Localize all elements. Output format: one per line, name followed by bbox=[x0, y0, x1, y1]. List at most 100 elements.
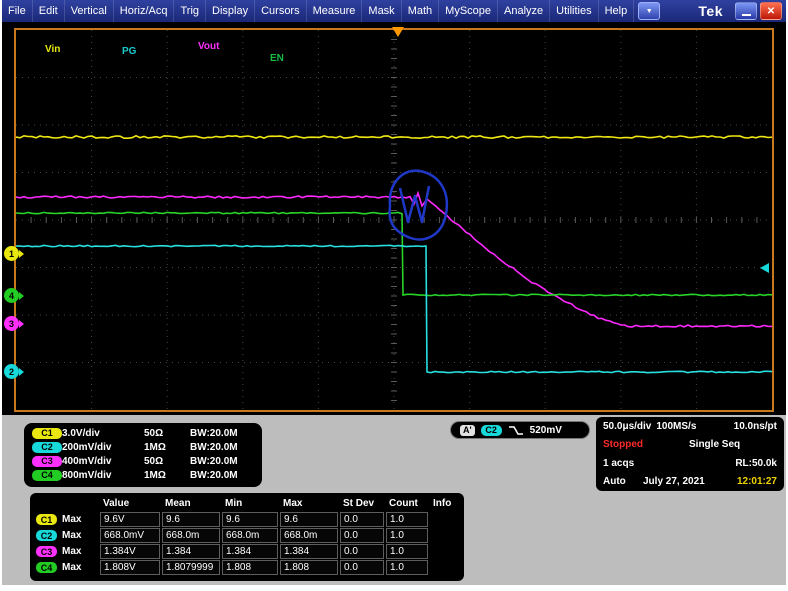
menu-item-math[interactable]: Math bbox=[402, 0, 439, 22]
measurement-cell: 668.0m bbox=[280, 528, 338, 543]
falling-edge-icon bbox=[508, 425, 524, 436]
trigger-position-marker[interactable] bbox=[392, 27, 404, 37]
measurement-row-c4: C4Max1.808V1.80799991.8081.8080.01.0 bbox=[34, 560, 460, 575]
measurement-cell: 0.0 bbox=[340, 512, 384, 527]
waveform-canvas: Vin PG Vout EN bbox=[16, 30, 772, 410]
measurement-cell: 1.384V bbox=[100, 544, 160, 559]
measurement-header-row: ValueMeanMinMaxSt DevCountInfo bbox=[34, 496, 460, 511]
acquisition-status: Stopped bbox=[603, 439, 689, 450]
measurement-cell: 668.0m bbox=[222, 528, 278, 543]
resolution: 10.0ns/pt bbox=[734, 421, 777, 432]
measurement-cell: 1.0 bbox=[386, 512, 428, 527]
label-pg: PG bbox=[122, 46, 137, 57]
oscilloscope-app: FileEditVerticalHoriz/AcqTrigDisplayCurs… bbox=[0, 0, 788, 591]
trigger-readout[interactable]: A' C2 520mV bbox=[450, 421, 590, 439]
measurement-cell: 0.0 bbox=[340, 560, 384, 575]
channel-3-marker-arrow bbox=[19, 320, 24, 328]
measurement-cell: 1.384 bbox=[222, 544, 278, 559]
channel-1-marker[interactable]: 1 bbox=[4, 246, 19, 261]
label-vin: Vin bbox=[45, 44, 60, 55]
menu-item-edit[interactable]: Edit bbox=[33, 0, 65, 22]
channel-badge-c2: C2 bbox=[32, 442, 62, 453]
measurement-cell: 668.0mV bbox=[100, 528, 160, 543]
measurement-cell: 9.6V bbox=[100, 512, 160, 527]
measurement-cell: 1.0 bbox=[386, 544, 428, 559]
channel-impedance: 1MΩ bbox=[144, 442, 190, 453]
channel-readout-c1[interactable]: C13.0V/div50ΩBW:20.0M bbox=[24, 426, 262, 440]
column-header-min: Min bbox=[222, 498, 280, 509]
column-header-info: Info bbox=[430, 498, 460, 509]
channel-readout-c4[interactable]: C4800mV/div1MΩBW:20.0M bbox=[24, 468, 262, 482]
measurement-cell: 1.808 bbox=[222, 560, 278, 575]
clock: 12:01:27 bbox=[737, 476, 777, 487]
minimize-icon bbox=[742, 14, 751, 16]
channel-marker-column: 1 4 3 2 bbox=[2, 30, 26, 410]
measurement-type: Max bbox=[62, 514, 81, 525]
menu-item-help[interactable]: Help bbox=[599, 0, 635, 22]
menu-item-utilities[interactable]: Utilities bbox=[550, 0, 598, 22]
measurement-cell: 0.0 bbox=[340, 544, 384, 559]
measurement-cell: 1.384 bbox=[162, 544, 220, 559]
sample-rate: 100MS/s bbox=[656, 421, 696, 432]
tek-logo: Tek bbox=[698, 3, 723, 19]
channel-2-marker[interactable]: 2 bbox=[4, 364, 19, 379]
channel-2-marker-arrow bbox=[19, 368, 24, 376]
channel-bandwidth: BW:20.0M bbox=[190, 470, 254, 481]
measurement-cell: 1.384 bbox=[280, 544, 338, 559]
measurement-row-c2: C2Max668.0mV668.0m668.0m668.0m0.01.0 bbox=[34, 528, 460, 543]
channel-4-marker[interactable]: 4 bbox=[4, 288, 19, 303]
channel-readout-c3[interactable]: C3400mV/div50ΩBW:20.0M bbox=[24, 454, 262, 468]
menu-item-myscope[interactable]: MyScope bbox=[439, 0, 498, 22]
channel-1-marker-arrow bbox=[19, 250, 24, 258]
channel-bandwidth: BW:20.0M bbox=[190, 456, 254, 467]
menu-item-file[interactable]: File bbox=[2, 0, 33, 22]
trigger-mode: Auto bbox=[603, 476, 643, 487]
trigger-level-arrow[interactable] bbox=[760, 263, 769, 273]
measurement-cell: 1.8079999 bbox=[162, 560, 220, 575]
trace-vin bbox=[16, 136, 772, 138]
measurement-cell: 0.0 bbox=[340, 528, 384, 543]
chevron-down-icon: ▼ bbox=[646, 8, 653, 15]
channel-scale: 200mV/div bbox=[62, 442, 144, 453]
acquisition-readout[interactable]: 50.0μs/div 100MS/s 10.0ns/pt Stopped Sin… bbox=[596, 417, 784, 491]
menu-item-mask[interactable]: Mask bbox=[362, 0, 401, 22]
column-header-max: Max bbox=[280, 498, 340, 509]
channel-badge-c4: C4 bbox=[36, 562, 57, 573]
channel-impedance: 1MΩ bbox=[144, 470, 190, 481]
measurement-cell: 1.808 bbox=[280, 560, 338, 575]
menu-item-vertical[interactable]: Vertical bbox=[65, 0, 114, 22]
menu-item-measure[interactable]: Measure bbox=[307, 0, 363, 22]
menu-items: FileEditVerticalHoriz/AcqTrigDisplayCurs… bbox=[2, 0, 634, 22]
menu-item-analyze[interactable]: Analyze bbox=[498, 0, 550, 22]
channel-impedance: 50Ω bbox=[144, 456, 190, 467]
channel-scale: 400mV/div bbox=[62, 456, 144, 467]
menu-item-trig[interactable]: Trig bbox=[174, 0, 206, 22]
trigger-source-badge: C2 bbox=[481, 425, 502, 436]
menu-item-display[interactable]: Display bbox=[206, 0, 255, 22]
date-display: July 27, 2021 bbox=[643, 476, 705, 487]
measurement-cell: 668.0m bbox=[162, 528, 220, 543]
minimize-button[interactable] bbox=[735, 2, 757, 20]
record-length: RL:50.0k bbox=[735, 458, 777, 469]
label-vout: Vout bbox=[198, 41, 220, 52]
label-en: EN bbox=[270, 53, 284, 64]
close-icon: ✕ bbox=[767, 6, 775, 17]
trigger-a-badge: A' bbox=[460, 425, 475, 436]
sequence-mode: Single Seq bbox=[689, 439, 740, 450]
menu-item-cursors[interactable]: Cursors bbox=[255, 0, 307, 22]
scope-display: Vin PG Vout EN 1 4 3 2 bbox=[2, 22, 786, 415]
timebase: 50.0μs/div bbox=[603, 421, 651, 432]
channel-readout-c2[interactable]: C2200mV/div1MΩBW:20.0M bbox=[24, 440, 262, 454]
column-header-value: Value bbox=[100, 498, 162, 509]
channel-scale: 800mV/div bbox=[62, 470, 144, 481]
menu-dropdown-button[interactable]: ▼ bbox=[638, 2, 660, 20]
measurement-type: Max bbox=[62, 546, 81, 557]
column-header-count: Count bbox=[386, 498, 430, 509]
measurement-cell: 9.6 bbox=[280, 512, 338, 527]
trigger-level: 520mV bbox=[530, 425, 562, 436]
channel-3-marker[interactable]: 3 bbox=[4, 316, 19, 331]
acquisition-count: 1 acqs bbox=[603, 458, 634, 469]
close-button[interactable]: ✕ bbox=[760, 2, 782, 20]
channel-badge-c1: C1 bbox=[32, 428, 62, 439]
menu-item-horiz-acq[interactable]: Horiz/Acq bbox=[114, 0, 175, 22]
